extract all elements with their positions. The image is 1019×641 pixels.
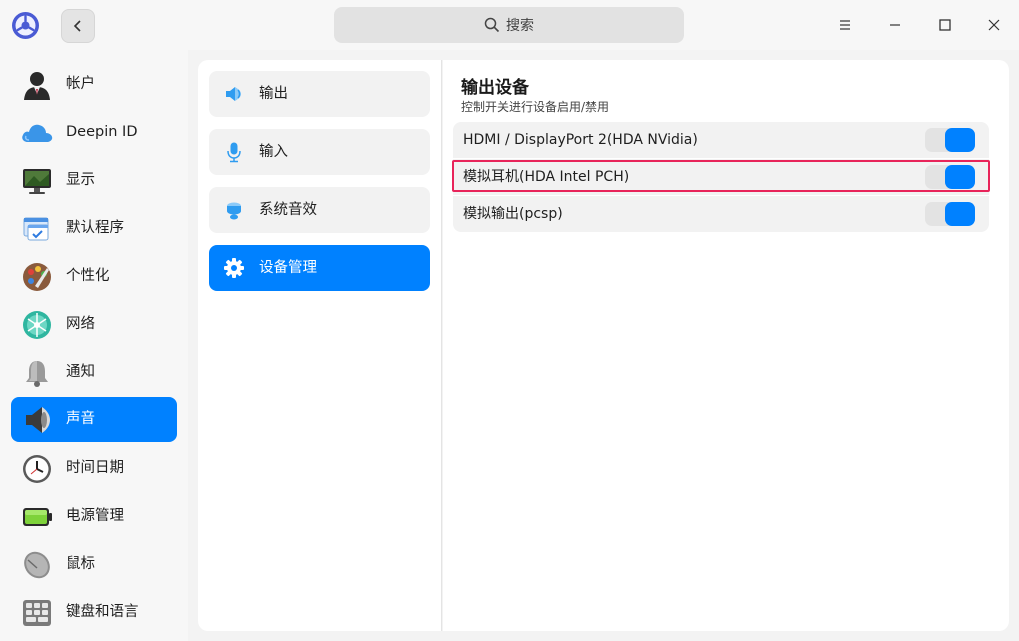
gear-icon [224, 258, 244, 278]
search-placeholder: 搜索 [506, 18, 534, 34]
menu-icon [840, 20, 850, 30]
default-apps-icon [23, 217, 49, 241]
output-speaker-icon [226, 87, 241, 101]
sidebar: 帐户 Deepin ID 显示 默认程序 个性化 网络 通知 声音 时间日期 电… [0, 50, 188, 641]
toggle-knob [945, 165, 975, 189]
sidebar-item-account[interactable]: 帐户 [11, 62, 177, 107]
device-label: 模拟输出(pcsp) [463, 206, 563, 222]
submenu-item-label: 设备管理 [259, 260, 317, 276]
submenu-item-sound-effects[interactable]: 系统音效 [209, 187, 430, 233]
keyboard-icon [23, 600, 51, 626]
clock-icon [23, 455, 51, 483]
personalization-icon [23, 263, 51, 291]
device-row: HDMI / DisplayPort 2(HDA NVidia) [453, 122, 989, 158]
sound-submenu: 输出 输入 系统音效 设备管理 [198, 60, 442, 631]
sidebar-item-keyboard[interactable]: 键盘和语言 [11, 590, 177, 635]
display-icon [23, 169, 51, 194]
device-row: 模拟耳机(HDA Intel PCH) [453, 159, 989, 195]
sidebar-item-label: 默认程序 [66, 220, 124, 236]
sidebar-item-notification[interactable]: 通知 [11, 350, 177, 395]
sidebar-item-label: 帐户 [66, 76, 95, 92]
minimize-icon [890, 24, 900, 26]
search-icon [484, 17, 500, 33]
sidebar-item-power[interactable]: 电源管理 [11, 494, 177, 539]
sidebar-item-label: Deepin ID [66, 124, 138, 140]
maximize-button[interactable] [930, 10, 960, 40]
notification-bell-icon [26, 361, 48, 387]
sidebar-item-label: 时间日期 [66, 460, 124, 476]
sidebar-item-label: 显示 [66, 172, 95, 188]
submenu-item-label: 系统音效 [259, 202, 317, 218]
sidebar-item-label: 电源管理 [66, 508, 124, 524]
minimize-button[interactable] [880, 10, 910, 40]
account-icon [24, 72, 50, 100]
device-toggle[interactable] [925, 128, 975, 152]
device-toggle[interactable] [925, 202, 975, 226]
menu-button[interactable] [830, 10, 860, 40]
titlebar: 搜索 [0, 0, 1019, 50]
back-button[interactable] [61, 9, 95, 43]
submenu-item-input[interactable]: 输入 [209, 129, 430, 175]
sound-effects-icon [227, 202, 241, 220]
toggle-knob [945, 202, 975, 226]
device-management-panel: 输出设备 控制开关进行设备启用/禁用 HDMI / DisplayPort 2(… [443, 60, 1009, 631]
toggle-knob [945, 128, 975, 152]
deepin-control-center-icon[interactable] [11, 11, 40, 40]
mouse-icon [24, 551, 50, 579]
sidebar-item-label: 鼠标 [66, 556, 95, 572]
submenu-item-output[interactable]: 输出 [209, 71, 430, 117]
sidebar-item-personalization[interactable]: 个性化 [11, 254, 177, 299]
close-icon [988, 19, 1000, 31]
chevron-left-icon [73, 20, 81, 32]
sidebar-item-default-apps[interactable]: 默认程序 [11, 206, 177, 251]
device-label: 模拟耳机(HDA Intel PCH) [463, 169, 630, 185]
sidebar-item-label: 网络 [66, 316, 95, 332]
sidebar-item-deepin-id[interactable]: Deepin ID [11, 110, 177, 155]
close-button[interactable] [979, 10, 1009, 40]
submenu-item-label: 输入 [259, 144, 288, 160]
sidebar-item-mouse[interactable]: 鼠标 [11, 542, 177, 587]
sidebar-item-display[interactable]: 显示 [11, 158, 177, 203]
sidebar-item-label: 个性化 [66, 268, 110, 284]
sidebar-item-sound[interactable]: 声音 [11, 397, 177, 442]
cloud-icon [22, 124, 53, 142]
sidebar-item-network[interactable]: 网络 [11, 302, 177, 347]
device-label: HDMI / DisplayPort 2(HDA NVidia) [463, 132, 698, 148]
network-icon [23, 311, 51, 339]
device-row: 模拟输出(pcsp) [453, 196, 989, 232]
device-toggle[interactable] [925, 165, 975, 189]
search-input[interactable]: 搜索 [334, 7, 684, 43]
speaker-icon [26, 407, 50, 433]
section-subtitle: 控制开关进行设备启用/禁用 [461, 100, 610, 114]
sidebar-item-datetime[interactable]: 时间日期 [11, 446, 177, 491]
submenu-item-device-management[interactable]: 设备管理 [209, 245, 430, 291]
sidebar-item-label: 通知 [66, 364, 95, 380]
submenu-item-label: 输出 [259, 86, 288, 102]
sidebar-item-label: 声音 [66, 411, 95, 427]
section-title: 输出设备 [461, 78, 529, 98]
maximize-icon [939, 19, 951, 31]
sidebar-item-label: 键盘和语言 [66, 604, 139, 620]
battery-icon [23, 508, 52, 526]
microphone-icon [227, 142, 241, 163]
